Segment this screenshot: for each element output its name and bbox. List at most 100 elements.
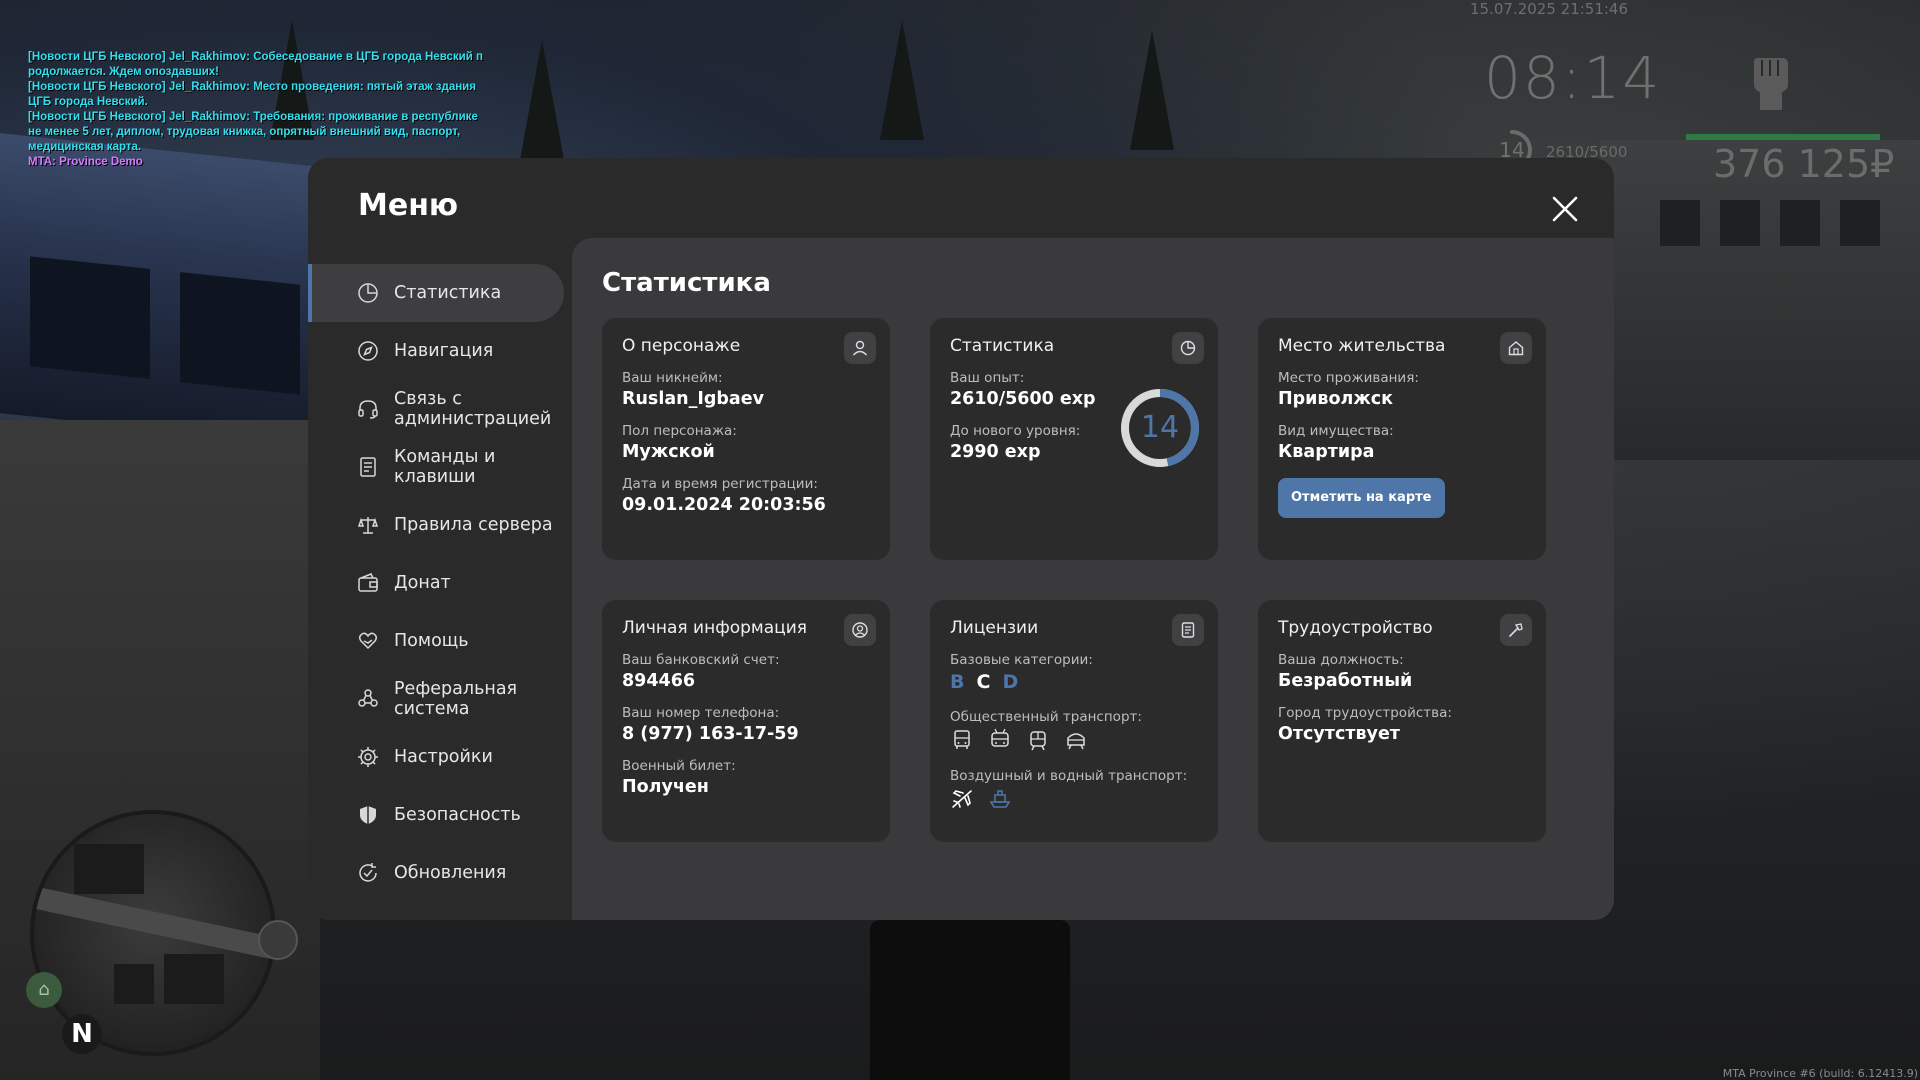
- chat-line: медицинская карта.: [28, 141, 142, 153]
- compass-icon: [358, 341, 378, 361]
- nav-item-label: Навигация: [394, 341, 494, 361]
- heart-hand-icon: [358, 632, 378, 650]
- personal-info-card: Личная информация Ваш банковский счет: 8…: [602, 600, 890, 842]
- mark-on-map-button[interactable]: Отметить на карте: [1278, 478, 1445, 518]
- stats-card: Статистика Ваш опыт: 2610/5600 exp До но…: [930, 318, 1218, 560]
- gear-icon: [358, 747, 378, 767]
- nav-item-settings[interactable]: Настройки: [308, 728, 564, 786]
- nav-item-updates[interactable]: Обновления: [308, 844, 564, 902]
- nav-item-stats[interactable]: Статистика: [308, 264, 564, 322]
- base-categories-label: Базовые категории:: [950, 652, 1093, 668]
- phone-label: Ваш номер телефона:: [622, 705, 780, 721]
- card-title: Личная информация: [622, 618, 808, 638]
- place-label: Место проживания:: [1278, 370, 1419, 386]
- bank-value: 894466: [622, 671, 696, 691]
- air-water-label: Воздушный и водный транспорт:: [950, 768, 1188, 784]
- license-category-d: D: [1002, 671, 1019, 693]
- nav-item-rules[interactable]: Правила сервера: [308, 496, 564, 554]
- menu-window: Меню Статистика Навигация Связь с админист…: [308, 158, 1614, 920]
- bus-icon: [954, 730, 970, 749]
- gender-value: Мужской: [622, 442, 715, 462]
- nav-item-label: Команды и клавиши: [394, 447, 496, 487]
- nav-item-commands[interactable]: Команды и клавиши: [308, 438, 564, 496]
- chat-line: ЦГБ города Невский.: [28, 96, 148, 108]
- menu-sidebar: Статистика Навигация Связь с администрацие…: [308, 264, 564, 902]
- nav-item-label: Помощь: [394, 631, 469, 651]
- chat-line: не менее 5 лет, диплом, трудовая книжка,…: [28, 126, 461, 138]
- metro-icon: [1067, 733, 1085, 750]
- nav-item-label: Обновления: [394, 863, 507, 883]
- nav-item-label: Настройки: [394, 747, 493, 767]
- user-icon: [844, 332, 876, 364]
- build-info: MTA Province #6 (build: 6.12413.9): [1722, 1067, 1918, 1080]
- license-category-b: B: [950, 671, 965, 693]
- document-icon: [360, 457, 376, 477]
- ship-icon: [989, 790, 1011, 808]
- chat-line: [Новости ЦГБ Невского] Jel_Rakhimov: Соб…: [28, 51, 483, 63]
- work-city-label: Город трудоустройства:: [1278, 705, 1452, 721]
- content-title: Статистика: [602, 268, 771, 298]
- position-label: Ваша должность:: [1278, 652, 1404, 668]
- content-panel: Статистика О персонаже Ваш никнейм: Rusl…: [572, 238, 1614, 920]
- position-value: Безработный: [1278, 671, 1413, 691]
- tram-icon: [1030, 731, 1046, 751]
- chat-line: [Новости ЦГБ Невского] Jel_Rakhimov: Тре…: [28, 111, 478, 123]
- wallet-icon: [358, 573, 378, 592]
- close-icon[interactable]: [1548, 192, 1582, 226]
- chat-log: [Новости ЦГБ Невского] Jel_Rakhimov: Соб…: [28, 50, 508, 170]
- player-character: [870, 920, 1070, 1080]
- exp-label: Ваш опыт:: [950, 370, 1025, 386]
- north-indicator: N: [62, 1014, 102, 1054]
- shield-icon: [360, 806, 376, 824]
- hud-money: 376 125₽: [1713, 142, 1895, 186]
- nav-item-donate[interactable]: Донат: [308, 554, 564, 612]
- public-transport-icons: [950, 728, 1198, 752]
- hud-datetime: 15.07.2025 21:51:46: [1470, 0, 1629, 18]
- card-title: Трудоустройство: [1278, 618, 1433, 638]
- character-card: О персонаже Ваш никнейм: Ruslan_Igbaev П…: [602, 318, 890, 560]
- nav-item-label: Реферальная система: [394, 679, 518, 719]
- bank-label: Ваш банковский счет:: [622, 652, 780, 668]
- property-value: Квартира: [1278, 442, 1375, 462]
- nav-item-help[interactable]: Помощь: [308, 612, 564, 670]
- tree: [880, 20, 924, 140]
- refresh-check-icon: [359, 863, 377, 882]
- card-title: Статистика: [950, 336, 1055, 356]
- nav-item-label: Статистика: [394, 283, 502, 303]
- license-card-icon: [1172, 614, 1204, 646]
- air-water-icons: [950, 787, 1198, 811]
- tree: [520, 40, 564, 160]
- card-title: Место жительства: [1278, 336, 1446, 356]
- residence-card: Место жительства Место проживания: Приво…: [1258, 318, 1546, 560]
- house-icon: [1500, 332, 1532, 364]
- military-label: Военный билет:: [622, 758, 736, 774]
- bank-icon: ⌂: [26, 972, 62, 1008]
- nickname-label: Ваш никнейм:: [622, 370, 723, 386]
- trolleybus-icon: [991, 728, 1009, 747]
- nav-item-referral[interactable]: Реферальная система: [308, 670, 564, 728]
- employment-card: Трудоустройство Ваша должность: Безработ…: [1258, 600, 1546, 842]
- nav-item-contact-admin[interactable]: Связь с администрацией: [308, 380, 564, 438]
- world-building: [0, 133, 320, 447]
- public-transport-label: Общественный транспорт:: [950, 709, 1142, 725]
- health-bar: [1686, 134, 1880, 140]
- property-label: Вид имущества:: [1278, 423, 1394, 439]
- nav-item-navigation[interactable]: Навигация: [308, 322, 564, 380]
- nav-item-security[interactable]: Безопасность: [308, 786, 564, 844]
- user-circle-icon: [844, 614, 876, 646]
- hammer-icon: [1500, 614, 1532, 646]
- chat-line: родолжается. Ждем опоздавших!: [28, 66, 219, 78]
- pie-chart-icon: [1172, 332, 1204, 364]
- nav-item-label: Связь с администрацией: [394, 389, 552, 429]
- reg-value: 09.01.2024 20:03:56: [622, 495, 826, 515]
- military-value: Получен: [622, 777, 709, 797]
- hud-clock: 08:14: [1484, 44, 1662, 112]
- level-number: 14: [1140, 410, 1180, 445]
- fist-weapon-icon: [1754, 58, 1788, 110]
- license-categories: BCD: [950, 671, 1198, 693]
- gender-label: Пол персонажа:: [622, 423, 737, 439]
- map-blip-icon: [258, 920, 298, 960]
- license-category-c: C: [976, 671, 991, 693]
- reg-label: Дата и время регистрации:: [622, 476, 818, 492]
- nav-item-label: Безопасность: [394, 805, 521, 825]
